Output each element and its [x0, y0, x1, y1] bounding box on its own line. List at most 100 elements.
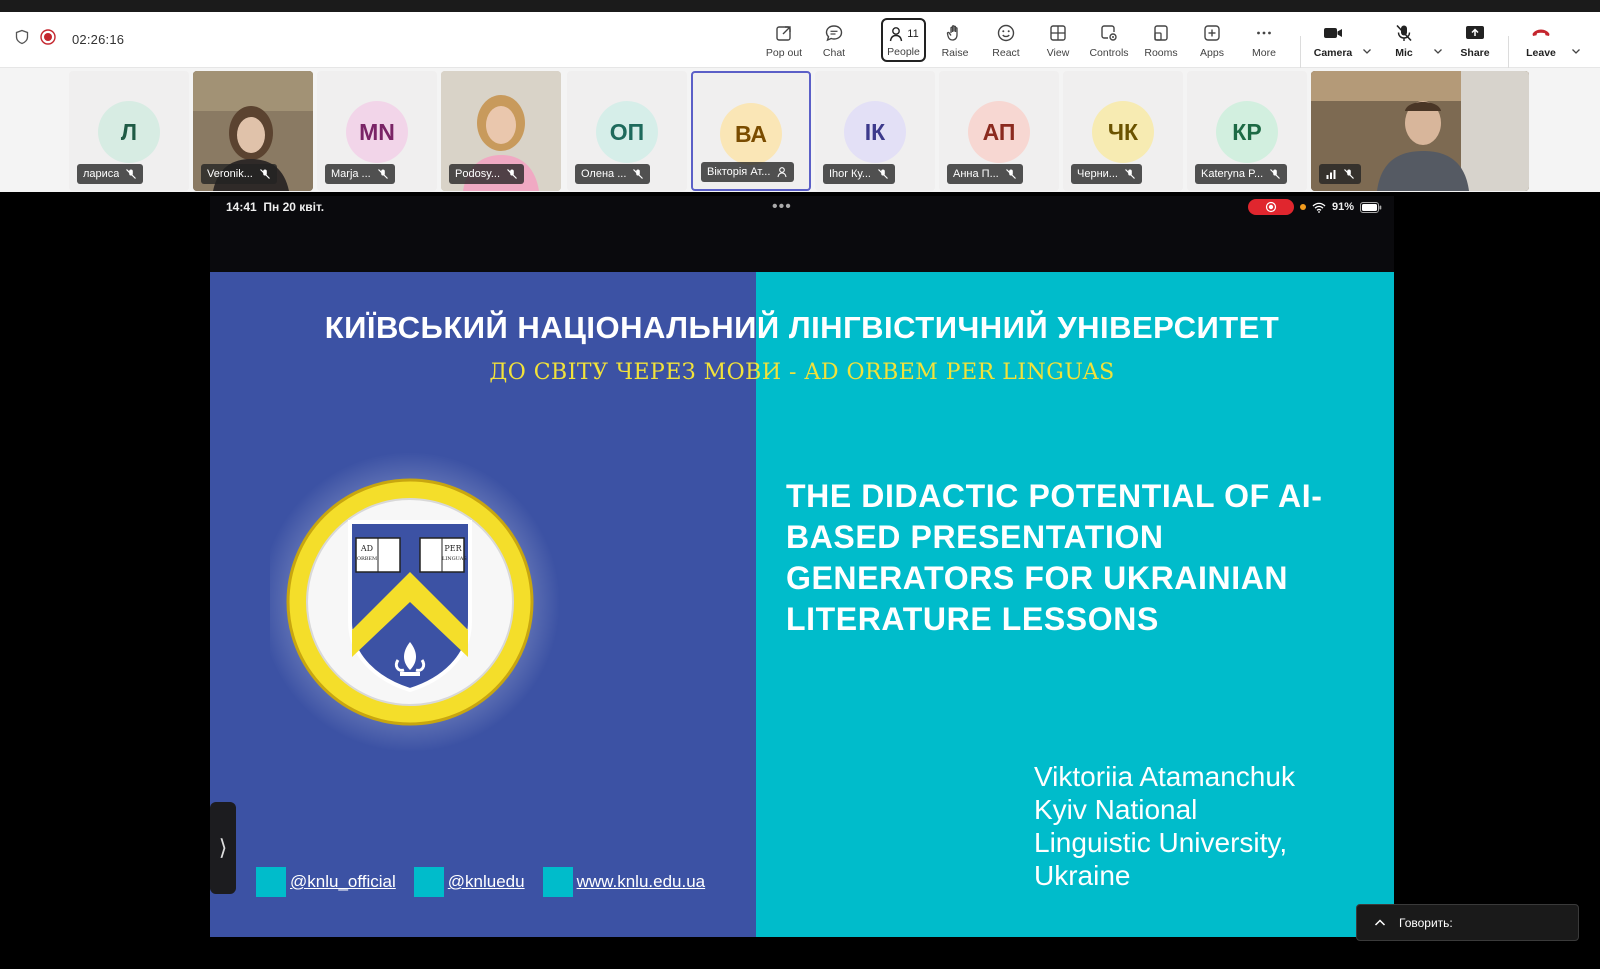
participant-tile[interactable]: Л лариса	[69, 71, 189, 191]
muted-mic-icon	[1125, 169, 1135, 179]
controls-icon	[1099, 22, 1119, 44]
leave-label: Leave	[1526, 47, 1556, 59]
toolbar-divider	[1300, 36, 1301, 68]
avatar: Л	[98, 101, 160, 163]
apps-plus-icon	[1202, 22, 1222, 44]
people-count: 11	[907, 28, 919, 40]
view-button[interactable]: View	[1034, 16, 1082, 64]
raise-hand-icon	[945, 22, 965, 44]
leave-button[interactable]: Leave	[1517, 16, 1565, 64]
pop-out-button[interactable]: Pop out	[760, 16, 808, 64]
avatar: КР	[1216, 101, 1278, 163]
participant-tile-active-speaker[interactable]: ВА Вікторія Ат...	[691, 71, 811, 191]
muted-mic-icon	[1344, 169, 1354, 179]
author-affiliation-line-2: Linguistic University,	[1034, 827, 1288, 858]
author-country: Ukraine	[1034, 860, 1131, 891]
camera-button[interactable]: Camera	[1309, 16, 1357, 64]
wifi-icon	[1312, 202, 1326, 213]
muted-mic-icon	[878, 169, 888, 179]
view-grid-icon	[1048, 22, 1068, 44]
participant-name: Veronik...	[207, 168, 253, 180]
toolbar-divider	[1508, 36, 1509, 68]
social-link-website: www.knlu.edu.ua	[542, 867, 706, 897]
react-button[interactable]: React	[982, 16, 1030, 64]
avatar: ОП	[596, 101, 658, 163]
shield-icon	[14, 29, 30, 50]
talk-title: THE DIDACTIC POTENTIAL OF AI-BASED PRESE…	[786, 478, 1323, 637]
people-icon	[890, 27, 903, 42]
participant-video-tile[interactable]: Veronik...	[193, 71, 313, 191]
participant-tile[interactable]: КР Kateryna P...	[1187, 71, 1307, 191]
participant-tile[interactable]: ОП Олена ...	[567, 71, 687, 191]
more-label: More	[1252, 47, 1276, 59]
avatar: ВА	[720, 103, 782, 165]
participant-strip: Л лариса Veronik... MN Marja ... Podosy.…	[0, 68, 1600, 192]
participant-name: лариса	[83, 168, 120, 180]
chat-icon	[824, 22, 844, 44]
social-handle: @knluedu	[447, 872, 525, 891]
speaking-indicator[interactable]: Говорить:	[1356, 904, 1579, 941]
window-top-strip	[0, 0, 1600, 12]
participant-video-tile[interactable]	[1311, 71, 1529, 191]
apps-button[interactable]: Apps	[1188, 16, 1236, 64]
participant-name: Kateryna P...	[1201, 168, 1264, 180]
view-label: View	[1046, 47, 1070, 59]
more-button[interactable]: More	[1240, 16, 1288, 64]
participant-tile[interactable]: АП Анна П...	[939, 71, 1059, 191]
muted-mic-icon	[126, 169, 137, 179]
participant-name-label: Podosy...	[449, 164, 525, 184]
university-title: КИЇВСЬКИЙ НАЦІОНАЛЬНИЙ ЛІНГВІСТИЧНИЙ УНІ…	[324, 310, 1280, 345]
pop-out-label: Pop out	[765, 47, 803, 59]
camera-icon	[1322, 22, 1344, 44]
social-handle: www.knlu.edu.ua	[576, 872, 706, 891]
mic-muted-icon	[1394, 22, 1414, 44]
rooms-button[interactable]: Rooms	[1137, 16, 1185, 64]
raise-hand-button[interactable]: Raise	[931, 16, 979, 64]
chat-label: Chat	[822, 47, 846, 59]
rooms-icon	[1151, 22, 1171, 44]
participant-tile[interactable]: ЧК Черни...	[1063, 71, 1183, 191]
participant-name-label	[1319, 164, 1361, 184]
globe-icon	[542, 867, 573, 897]
ipad-time: 14:41	[226, 200, 257, 214]
raise-label: Raise	[941, 47, 969, 59]
participant-tile[interactable]: MN Marja ...	[317, 71, 437, 191]
avatar: MN	[346, 101, 408, 163]
mic-options-chevron-icon[interactable]	[1432, 44, 1444, 62]
crest-text-orbem: ORBEM	[356, 556, 378, 562]
mic-in-use-dot-icon	[1299, 204, 1306, 210]
battery-icon	[1360, 201, 1382, 213]
people-button[interactable]: 11 People	[881, 18, 926, 62]
chevron-right-icon: ⟩	[218, 835, 228, 860]
controls-button[interactable]: Controls	[1085, 16, 1133, 64]
author-block: Viktoriia Atamanchuk Kyiv National Lingu…	[1034, 760, 1374, 892]
chat-button[interactable]: Chat	[810, 16, 858, 64]
crest-text-per: PER	[444, 544, 462, 553]
participant-video-tile[interactable]: Podosy...	[441, 71, 561, 191]
camera-options-chevron-icon[interactable]	[1361, 44, 1373, 62]
multitask-dots-icon: •••	[772, 198, 792, 215]
instagram-icon	[256, 867, 286, 897]
participant-tile[interactable]: ІК Ihor Ку...	[815, 71, 935, 191]
leave-options-chevron-icon[interactable]	[1570, 44, 1582, 62]
participant-name-label: Черни...	[1071, 164, 1142, 184]
author-name: Viktoriia Atamanchuk	[1034, 761, 1295, 792]
participant-name: Вікторія Ат...	[707, 166, 771, 178]
social-link-facebook: @knluedu	[413, 867, 525, 897]
screen-record-icon	[1247, 199, 1294, 215]
pop-out-icon	[774, 22, 794, 44]
controls-label: Controls	[1089, 47, 1129, 59]
slide-side-panel-toggle[interactable]: ⟩	[210, 802, 236, 894]
react-label: React	[992, 47, 1020, 59]
ipad-date: Пн 20 квіт.	[263, 200, 325, 214]
signal-bars-icon	[1326, 170, 1336, 179]
participant-name-label: Ihor Ку...	[823, 164, 895, 184]
speaking-label: Говорить:	[1399, 915, 1453, 930]
muted-mic-icon	[507, 169, 517, 179]
muted-mic-icon	[377, 169, 388, 179]
share-label: Share	[1460, 47, 1490, 59]
people-icon-wrap: 11	[888, 23, 919, 45]
mic-button[interactable]: Mic	[1380, 16, 1428, 64]
participant-name: Черни...	[1077, 168, 1118, 180]
share-button[interactable]: Share	[1451, 16, 1499, 64]
